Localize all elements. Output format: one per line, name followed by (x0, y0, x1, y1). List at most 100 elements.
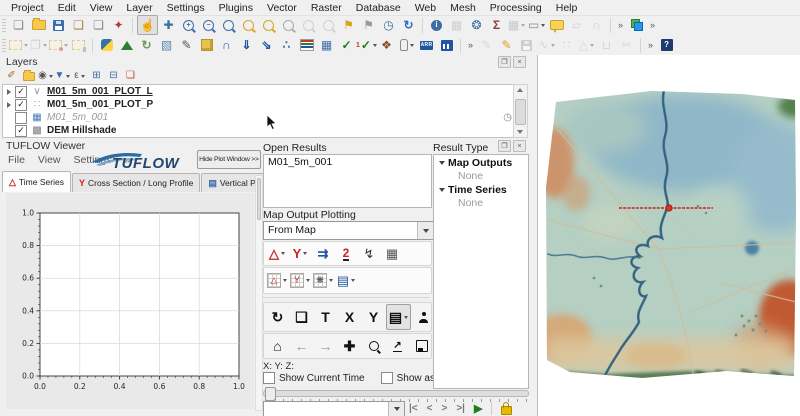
home-view-button[interactable]: ⌂ (266, 334, 289, 358)
toolbar2-overflow-2[interactable]: » (645, 40, 656, 50)
map-output-plotting-combo[interactable]: From Map (263, 221, 434, 240)
map-tips[interactable] (547, 16, 566, 34)
dropdown-arrow-icon[interactable] (590, 44, 594, 47)
expand-icon[interactable] (7, 89, 11, 95)
dropdown-arrow-icon[interactable] (551, 44, 555, 47)
show-spatial-bookmarks[interactable]: ⚑ (359, 16, 378, 34)
tuflow-check-shield[interactable]: ✎ (177, 36, 196, 54)
attribute-grid[interactable]: ▦ (507, 16, 526, 34)
layer-visibility-checkbox[interactable]: ✓ (15, 125, 27, 137)
open-results-item[interactable]: M01_5m_001 (264, 155, 431, 169)
save-layer-edits[interactable] (517, 36, 536, 54)
collapse-icon[interactable] (439, 188, 445, 192)
menu-help[interactable]: Help (549, 2, 585, 14)
select-features[interactable] (9, 36, 28, 54)
check-tuflow[interactable]: ✓ (337, 36, 356, 54)
dropdown-arrow-icon[interactable] (351, 279, 355, 282)
mesh-grid-button[interactable]: ▦ (381, 244, 403, 264)
tuflow-float-button[interactable]: ❐ (498, 140, 511, 152)
zoom-to-selection[interactable] (239, 16, 258, 34)
project-new[interactable]: ❏ (9, 16, 28, 34)
add-group[interactable] (21, 70, 36, 83)
tuflow-download[interactable]: ⇓ (237, 36, 256, 54)
user-plot-data-button[interactable] (412, 305, 435, 329)
legend-button[interactable]: ▤ (386, 304, 411, 330)
menu-plugins[interactable]: Plugins (212, 2, 260, 14)
dropdown-arrow-icon[interactable] (281, 252, 285, 255)
expand-icon[interactable] (7, 102, 11, 108)
dropdown-arrow-icon[interactable] (66, 75, 70, 78)
tree-item[interactable]: None (434, 169, 528, 182)
next-timestep-button[interactable]: > (441, 403, 447, 414)
menu-vector[interactable]: Vector (260, 2, 304, 14)
tree-item[interactable]: None (434, 196, 528, 209)
menu-raster[interactable]: Raster (304, 2, 349, 14)
plot-scrollbar[interactable] (255, 175, 263, 411)
delete-selected[interactable]: ⊔ (597, 36, 616, 54)
layer-visibility-checkbox[interactable] (15, 112, 27, 124)
checkbox-box[interactable] (381, 372, 393, 384)
attachment[interactable] (397, 36, 416, 54)
dropdown-arrow-icon[interactable] (303, 252, 307, 255)
panel-splitter[interactable] (530, 55, 537, 416)
time-slider[interactable] (263, 390, 529, 397)
refresh-map[interactable]: ↻ (399, 16, 418, 34)
menu-file[interactable]: File (8, 154, 25, 166)
flood-modeller[interactable] (437, 36, 456, 54)
dropdown-arrow-icon[interactable] (306, 279, 310, 282)
zoom-full[interactable] (219, 16, 238, 34)
layers-scrollbar[interactable] (513, 84, 528, 138)
new-spatial-bookmark[interactable]: ⚑ (339, 16, 358, 34)
menu-settings[interactable]: Settings (160, 2, 212, 14)
dropdown-arrow-icon[interactable] (521, 24, 525, 27)
tree-group-map-outputs[interactable]: Map Outputs (434, 155, 528, 169)
toolbar2-overflow-1[interactable]: » (465, 40, 476, 50)
cursor-tracking-button[interactable]: ↯ (358, 244, 380, 264)
filter-legend[interactable]: ▼ (55, 70, 70, 83)
refresh-plot-button[interactable]: ↻ (266, 305, 289, 329)
layer-name[interactable]: DEM Hillshade (47, 125, 116, 136)
plot-time-series-button[interactable]: △ (266, 244, 288, 264)
pan-map[interactable]: ☝ (137, 15, 158, 35)
curtain-plot-button[interactable]: ❋ (312, 271, 334, 291)
layer-name[interactable]: M01_5m_001_PLOT_P (47, 99, 153, 110)
zoom-to-layer[interactable] (259, 16, 278, 34)
axis-fonts-button[interactable]: T (314, 305, 337, 329)
identify-features[interactable]: i (427, 16, 446, 34)
temporal-controller[interactable]: ◷ (379, 16, 398, 34)
dropdown-arrow-icon[interactable] (43, 44, 47, 47)
python-console[interactable] (97, 36, 116, 54)
project-open[interactable] (29, 16, 48, 34)
deselect-features[interactable]: ❐ (29, 36, 48, 54)
open-layer-styling[interactable]: ✐ (4, 70, 19, 83)
zoom-in[interactable]: + (179, 16, 198, 34)
hide-plot-window-button[interactable]: Hide Plot Window >> (197, 150, 261, 169)
tuflow-terrain[interactable] (117, 36, 136, 54)
save-figure-button[interactable] (410, 334, 433, 358)
collapse-all[interactable]: ⊟ (106, 70, 121, 83)
tuflow-package[interactable] (197, 36, 216, 54)
scroll-down-icon[interactable] (517, 130, 523, 134)
lock-button[interactable] (501, 406, 512, 415)
scroll-thumb[interactable] (515, 99, 526, 125)
zoom-out[interactable]: − (199, 16, 218, 34)
layer-row[interactable]: ▦M01_5m_001◷ (3, 111, 515, 124)
layer-row[interactable]: ✓∷M01_5m_001_PLOT_P (3, 98, 515, 111)
tuflow-arch[interactable]: ∩ (217, 36, 236, 54)
x-axis-limits-button[interactable]: X (338, 305, 361, 329)
tuflow-close-button[interactable]: × (513, 140, 526, 152)
tab-time-series[interactable]: △Time Series (2, 171, 71, 192)
toolbar-drag-handle[interactable] (2, 18, 6, 32)
arr-beetle[interactable]: ❖ (377, 36, 396, 54)
layer-name[interactable]: M01_5m_001_PLOT_L (47, 86, 153, 97)
toolbar-overflow-2[interactable]: » (647, 20, 658, 30)
style-manager[interactable]: ✦ (109, 16, 128, 34)
forward-button[interactable]: → (314, 334, 337, 358)
pan-to-selection[interactable]: ✚ (159, 16, 178, 34)
collapse-icon[interactable] (439, 161, 445, 165)
project-save[interactable] (49, 16, 68, 34)
dropdown-arrow-icon[interactable] (410, 44, 414, 47)
back-button[interactable]: ← (290, 334, 313, 358)
snapping-magnet[interactable]: ∩ (587, 16, 606, 34)
zoom-native[interactable] (279, 16, 298, 34)
